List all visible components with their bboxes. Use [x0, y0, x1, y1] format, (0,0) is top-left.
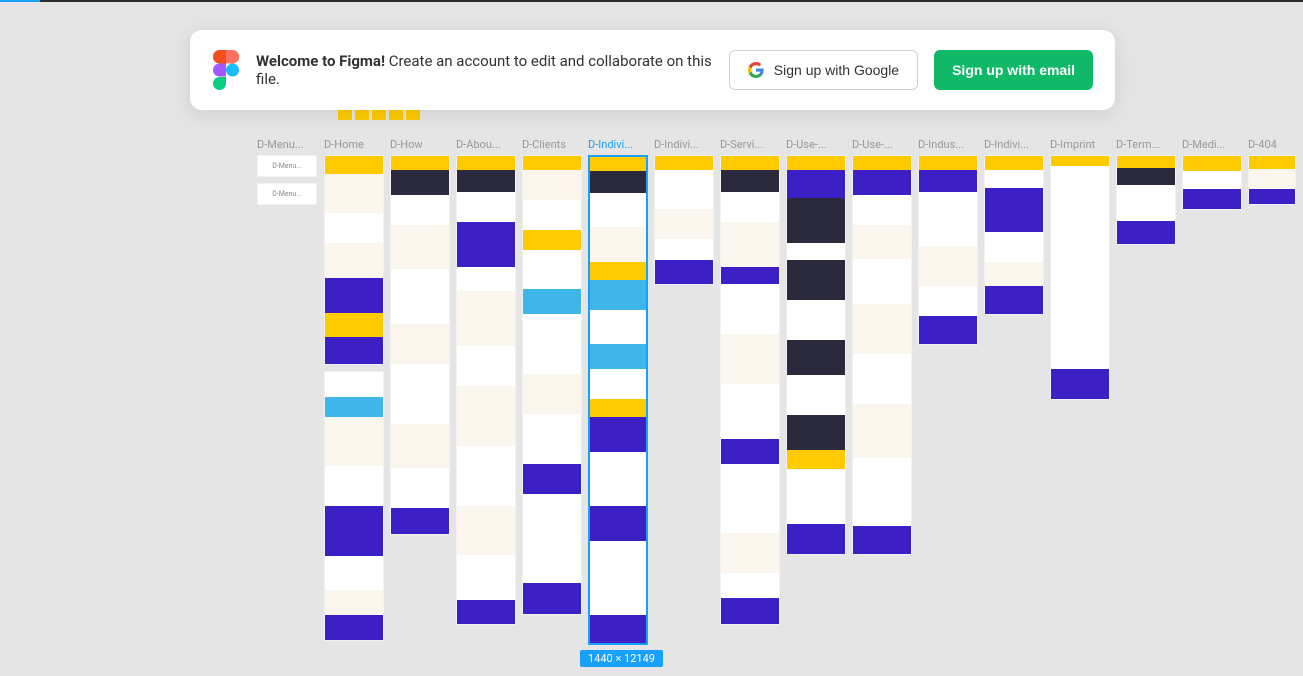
- frame-label: D-Term...: [1116, 138, 1176, 151]
- frame-label: D-Indus...: [918, 138, 978, 151]
- frame-label: D-404: [1248, 138, 1296, 151]
- frame-how[interactable]: D-How: [390, 138, 450, 535]
- frame-industries[interactable]: D-Indus...: [918, 138, 978, 345]
- frame-thumbnail[interactable]: [456, 155, 516, 625]
- frame-about[interactable]: D-Abou...: [456, 138, 516, 625]
- welcome-banner: Welcome to Figma! Create an account to e…: [190, 30, 1115, 110]
- frame-thumbnail[interactable]: [588, 155, 648, 645]
- frame-thumbnail[interactable]: [324, 155, 384, 365]
- frame-individual-2[interactable]: D-Indivi...: [654, 138, 714, 285]
- frame-menu[interactable]: D-Menu... D-Menu... D-Menu...: [257, 138, 317, 205]
- frame-imprint[interactable]: D-Imprint: [1050, 138, 1110, 400]
- frame-use-2[interactable]: D-Use-...: [852, 138, 912, 555]
- frame-label: D-Indivi...: [588, 138, 648, 151]
- frame-thumbnail[interactable]: [1182, 155, 1242, 210]
- frame-individual-3[interactable]: D-Indivi...: [984, 138, 1044, 315]
- frame-thumbnail[interactable]: [1050, 155, 1110, 400]
- frame-thumbnail[interactable]: [918, 155, 978, 345]
- google-icon: [748, 62, 764, 78]
- frame-use-1[interactable]: D-Use-...: [786, 138, 846, 555]
- frame-thumbnail[interactable]: [852, 155, 912, 555]
- frame-label: D-Home: [324, 138, 384, 151]
- selection-dimensions-badge: 1440 × 12149: [580, 650, 663, 667]
- frame-services[interactable]: D-Servi...: [720, 138, 780, 625]
- signup-google-button[interactable]: Sign up with Google: [729, 50, 918, 90]
- welcome-text: Welcome to Figma! Create an account to e…: [256, 52, 713, 88]
- frame-label: D-Imprint: [1050, 138, 1110, 151]
- frame-thumbnail[interactable]: [1116, 155, 1176, 245]
- frame-clients[interactable]: D-Clients: [522, 138, 582, 615]
- frame-label: D-Use-...: [852, 138, 912, 151]
- frame-thumbnail[interactable]: [522, 155, 582, 615]
- frame-label: D-How: [390, 138, 450, 151]
- frame-home[interactable]: D-Home: [324, 138, 384, 641]
- frame-thumbnail[interactable]: D-Menu...: [257, 183, 317, 205]
- frame-label: D-Menu...: [257, 138, 317, 151]
- frame-individual-selected[interactable]: D-Indivi...: [588, 138, 648, 645]
- signup-email-button[interactable]: Sign up with email: [934, 50, 1093, 90]
- frame-thumbnail[interactable]: [1248, 155, 1296, 205]
- frame-thumbnail[interactable]: D-Menu...: [257, 155, 317, 177]
- frame-label: D-Clients: [522, 138, 582, 151]
- frame-label: D-Servi...: [720, 138, 780, 151]
- frame-thumbnail[interactable]: [786, 155, 846, 555]
- frame-thumbnail[interactable]: [324, 371, 384, 641]
- frame-thumbnail[interactable]: [390, 155, 450, 535]
- frame-media[interactable]: D-Medi...: [1182, 138, 1242, 210]
- frame-label: D-Abou...: [456, 138, 516, 151]
- frame-terms[interactable]: D-Term...: [1116, 138, 1176, 245]
- frame-label: D-Indivi...: [654, 138, 714, 151]
- frame-label: D-Medi...: [1182, 138, 1242, 151]
- button-label: Sign up with Google: [774, 62, 899, 78]
- frame-404[interactable]: D-404: [1248, 138, 1296, 205]
- frame-thumbnail[interactable]: [984, 155, 1044, 315]
- canvas-artifact: [338, 110, 428, 120]
- figma-logo-icon: [212, 50, 240, 90]
- button-label: Sign up with email: [952, 62, 1075, 78]
- frame-label: D-Use-...: [786, 138, 846, 151]
- frame-thumbnail[interactable]: [720, 155, 780, 625]
- frame-label: D-Indivi...: [984, 138, 1044, 151]
- frame-thumbnail[interactable]: [654, 155, 714, 285]
